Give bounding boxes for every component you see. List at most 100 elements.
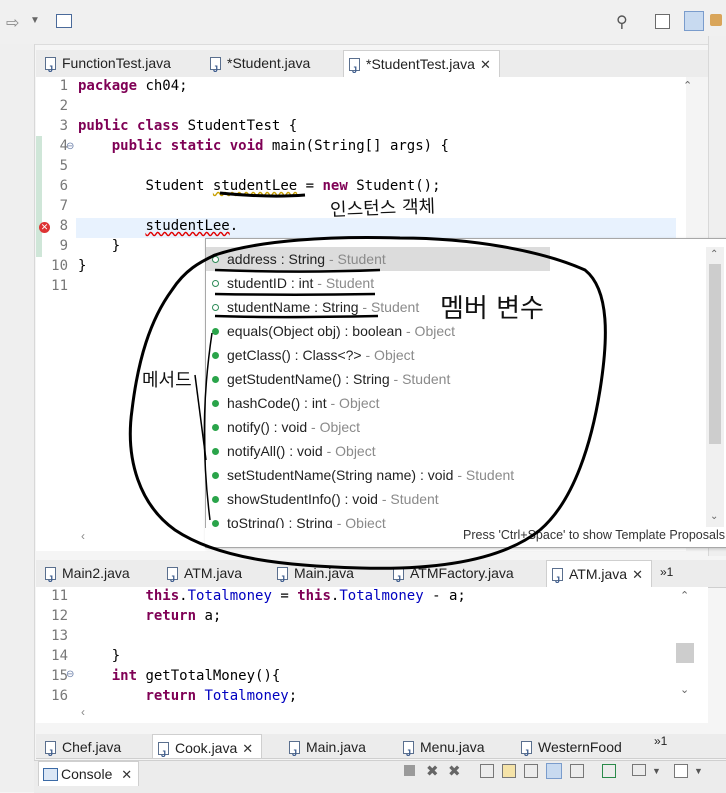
display-console-icon[interactable] — [570, 764, 584, 778]
line-number: 13 — [51, 628, 68, 644]
proposal-method[interactable]: hashCode() : int - Object — [212, 392, 380, 414]
editor3-tab-overflow[interactable]: »1 — [654, 734, 667, 748]
editor-tab[interactable]: WesternFood — [516, 734, 630, 758]
code-line[interactable]: studentLee. — [78, 218, 238, 234]
proposal-method[interactable]: getStudentName() : String - Student — [212, 368, 450, 390]
line-number: 3 — [59, 118, 68, 134]
editor2-tab-bar: Main2.java ATM.java Main.java ATMFactory.ja… — [36, 560, 726, 594]
editor-tab[interactable]: ATM.java ✕ — [546, 560, 652, 594]
proposal-method[interactable]: notifyAll() : void - Object — [212, 440, 376, 462]
code-line[interactable]: return Totalmoney; — [78, 688, 297, 704]
proposal-method[interactable]: showStudentInfo() : void - Student — [212, 488, 439, 510]
java-perspective-icon[interactable] — [684, 11, 704, 31]
proposal-owner: - Object — [326, 395, 380, 411]
terminate-icon[interactable] — [404, 765, 415, 776]
editor-tab-label: ATMFactory.java — [410, 565, 514, 581]
line-number: 2 — [59, 98, 68, 114]
back-arrow-icon[interactable]: ⇨ — [6, 13, 19, 33]
popup-scrollbar-thumb[interactable] — [709, 264, 721, 444]
chevron-down-icon[interactable]: ▼ — [694, 766, 703, 776]
proposal-signature: hashCode() : int — [227, 395, 327, 411]
scroll-up-icon[interactable]: ⌃ — [680, 589, 689, 602]
remove-launch-icon[interactable]: ✖ — [426, 762, 439, 780]
content-assist-popup[interactable]: ⌃ ⌄ address : String - Student studentID … — [205, 238, 726, 548]
popup-scroll-up-icon[interactable]: ⌃ — [710, 249, 718, 260]
editor2-scrollbar-thumb[interactable] — [676, 643, 694, 663]
proposal-method[interactable]: equals(Object obj) : boolean - Object — [212, 320, 455, 342]
line-number: 1 — [59, 78, 68, 94]
console-tab-label: Console — [61, 766, 113, 782]
editor-tab[interactable]: Main.java — [284, 734, 374, 758]
line-number: 6 — [59, 178, 68, 194]
code-line[interactable]: public static void main(String[] args) { — [78, 138, 449, 154]
line-number: 15 — [51, 668, 68, 684]
code-line[interactable]: return a; — [78, 608, 221, 624]
editor-tab-label: Cook.java — [175, 740, 238, 756]
code-line[interactable]: } — [78, 648, 120, 664]
handwriting-member-variable-label: 멤버 변수 — [440, 294, 544, 324]
editor-tab[interactable]: Menu.java — [398, 734, 493, 758]
editor-tab-label: FunctionTest.java — [62, 55, 171, 71]
editor-tab[interactable]: ATMFactory.java — [388, 560, 522, 593]
editor-tab-label: ATM.java — [569, 566, 628, 582]
code-line[interactable]: public class StudentTest { — [78, 118, 297, 134]
proposal-method[interactable]: notify() : void - Object — [212, 416, 360, 438]
scroll-left-icon[interactable]: ‹ — [81, 705, 85, 719]
java-file-icon — [552, 567, 563, 594]
search-icon[interactable]: ⚲ — [616, 12, 628, 32]
proposal-signature: getClass() : Class<?> — [227, 347, 362, 363]
debug-perspective-icon[interactable] — [710, 14, 722, 26]
editor-tab[interactable]: *Student.java — [205, 50, 318, 83]
pin-console-icon[interactable] — [546, 763, 562, 779]
proposal-method[interactable]: getClass() : Class<?> - Object — [212, 344, 415, 366]
open-console-icon[interactable] — [602, 764, 616, 778]
code-line[interactable]: } — [78, 238, 120, 254]
editor-atm[interactable]: ⊖ ⌃ ⌄ ‹ 11 this.Totalmoney = this.Totalm… — [36, 587, 708, 723]
code-line[interactable]: Student studentLee = new Student(); — [78, 178, 440, 194]
method-icon — [212, 472, 219, 479]
scroll-down-icon[interactable]: ⌄ — [680, 683, 689, 696]
editor-tab[interactable]: Chef.java — [40, 734, 129, 758]
code-line[interactable]: this.Totalmoney = this.Totalmoney - a; — [78, 588, 465, 604]
editor-tab[interactable]: Main2.java — [40, 560, 138, 593]
code-line[interactable]: package ch04; — [78, 78, 188, 94]
editor-tab[interactable]: FunctionTest.java — [40, 50, 179, 83]
open-perspective-icon[interactable] — [655, 14, 670, 29]
scroll-lock-icon[interactable] — [502, 764, 516, 778]
editor2-tab-overflow[interactable]: »1 — [660, 565, 673, 579]
proposal-signature: studentID : int — [227, 275, 314, 291]
editor-tab[interactable]: Cook.java ✕ — [152, 734, 263, 758]
close-icon[interactable]: ✕ — [242, 741, 253, 756]
chevron-down-icon[interactable]: ▼ — [652, 766, 661, 776]
proposal-owner: - Object — [307, 419, 361, 435]
close-icon[interactable]: ✕ — [632, 567, 643, 582]
java-file-icon — [349, 57, 360, 84]
proposal-field[interactable]: studentName : String - Student — [212, 296, 419, 318]
proposal-signature: equals(Object obj) : boolean — [227, 323, 403, 339]
editor-tab-label: *StudentTest.java — [366, 56, 475, 72]
new-window-icon[interactable] — [56, 14, 72, 28]
close-icon[interactable]: ✕ — [480, 57, 491, 72]
code-line[interactable]: } — [78, 258, 86, 274]
scroll-left-icon[interactable]: ‹ — [81, 529, 85, 543]
code-line[interactable]: int getTotalMoney(){ — [78, 668, 281, 684]
line-number: 14 — [51, 648, 68, 664]
new-console-icon[interactable] — [674, 764, 688, 778]
field-icon — [212, 256, 219, 263]
console-tab[interactable]: Console ✕ — [38, 761, 140, 786]
clear-console-icon[interactable] — [480, 764, 494, 778]
editor-tab[interactable]: Main.java — [272, 560, 362, 593]
proposal-field[interactable]: address : String - Student — [212, 248, 386, 270]
popup-scroll-down-icon[interactable]: ⌄ — [710, 511, 718, 522]
editor-tab[interactable]: ATM.java — [162, 560, 250, 593]
word-wrap-icon[interactable] — [524, 764, 538, 778]
proposal-field[interactable]: studentID : int - Student — [212, 272, 374, 294]
editor-tab-label: *Student.java — [227, 55, 311, 71]
view-menu-icon[interactable] — [632, 764, 646, 776]
scroll-up-icon[interactable]: ⌃ — [683, 79, 692, 92]
dropdown-arrow-icon[interactable]: ▼ — [30, 15, 40, 26]
close-icon[interactable]: ✕ — [121, 767, 132, 782]
remove-all-icon[interactable]: ✖ — [448, 762, 461, 780]
editor-tab[interactable]: *StudentTest.java ✕ — [343, 50, 500, 84]
proposal-method[interactable]: setStudentName(String name) : void - Stu… — [212, 464, 514, 486]
